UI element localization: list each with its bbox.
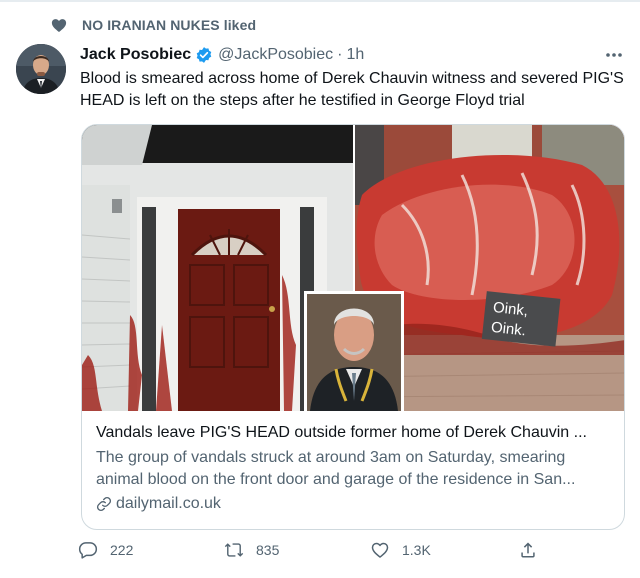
social-context-text: NO IRANIAN NUKES liked [82,17,257,33]
retweet-button[interactable]: 835 [224,540,279,560]
tweet-text: Blood is smeared across home of Derek Ch… [80,70,624,109]
tweet-timestamp[interactable]: 1h [346,46,364,64]
link-icon [96,496,112,512]
heart-icon [51,19,67,33]
action-bar: 222 835 1.3K [78,540,548,566]
share-icon [521,542,535,558]
card-description: The group of vandals struck at around 3a… [96,449,576,488]
like-button[interactable]: 1.3K [370,540,431,560]
reply-button[interactable]: 222 [78,540,133,560]
sign-text-line2: Oink. [490,319,527,340]
reply-count: 222 [110,542,134,558]
more-options-button[interactable] [602,44,626,66]
sign-text-line1: Oink, [492,299,529,320]
author-name[interactable]: Jack Posobiec [80,46,191,64]
top-divider [0,0,640,2]
author-handle[interactable]: @JackPosobiec [218,46,333,64]
heart-icon [371,542,389,558]
tweet-header: Jack Posobiec @JackPosobiec · 1h [80,44,626,66]
reply-icon [78,542,98,559]
separator-dot: · [337,46,343,63]
share-button[interactable] [518,540,550,560]
social-context[interactable]: NO IRANIAN NUKES liked [50,16,256,34]
verified-badge-icon [196,47,212,63]
card-domain[interactable]: dailymail.co.uk [96,493,616,515]
link-card[interactable]: Oink, Oink. Vandals leave PIG'S HEAD out… [81,124,625,530]
retweet-count: 835 [256,542,280,558]
card-body: Vandals leave PIG'S HEAD outside former … [96,422,616,515]
more-icon [606,53,622,57]
retweet-icon [224,543,244,557]
card-domain-text: dailymail.co.uk [116,495,221,512]
card-image: Oink, Oink. [82,125,624,411]
avatar[interactable] [16,44,66,94]
card-title[interactable]: Vandals leave PIG'S HEAD outside former … [96,422,616,444]
like-count: 1.3K [402,542,431,558]
